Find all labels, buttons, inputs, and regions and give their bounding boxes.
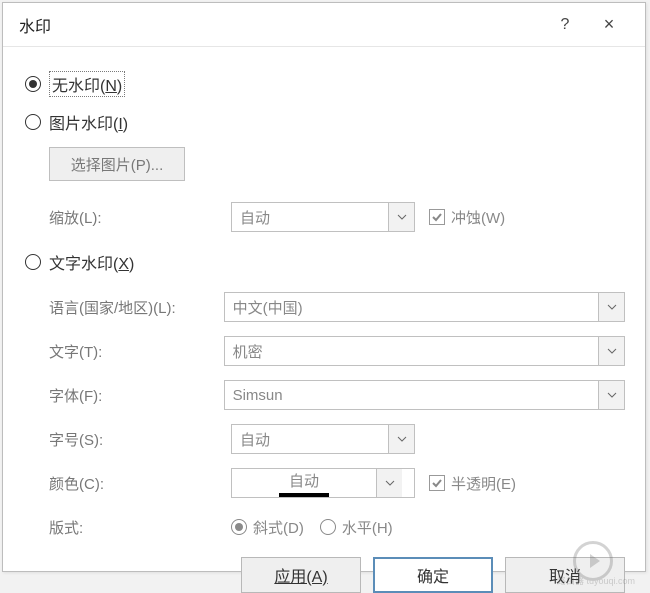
radio-icon xyxy=(25,254,41,270)
color-label: 颜色(C): xyxy=(49,473,231,494)
title-bar: 水印 ? × xyxy=(3,3,645,47)
chevron-down-icon xyxy=(598,293,624,321)
scale-label: 缩放(L): xyxy=(49,207,231,228)
chevron-down-icon xyxy=(388,203,414,231)
radio-icon xyxy=(320,519,336,535)
radio-diagonal[interactable]: 斜式(D) xyxy=(231,517,304,538)
button-row: 应用(A) 确定 取消 路由器 tuyouqi.com xyxy=(3,557,645,593)
layout-label: 版式: xyxy=(49,517,231,538)
chevron-down-icon xyxy=(598,381,624,409)
chevron-down-icon xyxy=(598,337,624,365)
chevron-down-icon xyxy=(376,469,402,497)
language-label: 语言(国家/地区)(L): xyxy=(49,297,224,318)
dialog-content: 无水印(N) 图片水印(I) 选择图片(P)... 缩放(L): 自动 xyxy=(3,47,645,557)
help-button[interactable]: ? xyxy=(543,3,587,47)
size-combo[interactable]: 自动 xyxy=(231,424,415,454)
color-combo[interactable]: 自动 xyxy=(231,468,415,498)
size-label: 字号(S): xyxy=(49,429,231,450)
picture-section: 选择图片(P)... 缩放(L): 自动 冲蚀(W) xyxy=(23,147,625,239)
radio-icon xyxy=(25,76,41,92)
text-combo[interactable]: 机密 xyxy=(224,336,625,366)
cancel-button[interactable]: 取消 xyxy=(505,557,625,593)
radio-icon xyxy=(231,519,247,535)
washout-checkbox[interactable] xyxy=(429,209,445,225)
radio-no-watermark[interactable]: 无水印(N) xyxy=(23,69,625,99)
dialog-title: 水印 xyxy=(19,13,51,37)
close-button[interactable]: × xyxy=(587,3,631,47)
radio-no-watermark-label: 无水印(N) xyxy=(49,71,125,97)
chevron-down-icon xyxy=(388,425,414,453)
radio-text-watermark[interactable]: 文字水印(X) xyxy=(23,247,625,277)
washout-label: 冲蚀(W) xyxy=(451,207,505,228)
font-label: 字体(F): xyxy=(49,385,224,406)
apply-button[interactable]: 应用(A) xyxy=(241,557,361,593)
language-combo[interactable]: 中文(中国) xyxy=(224,292,625,322)
radio-text-watermark-label: 文字水印(X) xyxy=(49,250,134,274)
radio-picture-watermark[interactable]: 图片水印(I) xyxy=(23,107,625,137)
text-section: 语言(国家/地区)(L): 中文(中国) 文字(T): 机密 字体(F): Si… xyxy=(23,285,625,549)
scale-combo[interactable]: 自动 xyxy=(231,202,415,232)
watermark-dialog: 水印 ? × 无水印(N) 图片水印(I) 选择图片(P)... 缩放(L): xyxy=(2,2,646,572)
font-combo[interactable]: Simsun xyxy=(224,380,625,410)
semitransparent-label: 半透明(E) xyxy=(451,473,516,494)
radio-picture-watermark-label: 图片水印(I) xyxy=(49,110,128,134)
select-picture-button[interactable]: 选择图片(P)... xyxy=(49,147,185,181)
radio-icon xyxy=(25,114,41,130)
ok-button[interactable]: 确定 xyxy=(373,557,493,593)
semitransparent-checkbox[interactable] xyxy=(429,475,445,491)
radio-horizontal[interactable]: 水平(H) xyxy=(320,517,393,538)
text-label: 文字(T): xyxy=(49,341,224,362)
